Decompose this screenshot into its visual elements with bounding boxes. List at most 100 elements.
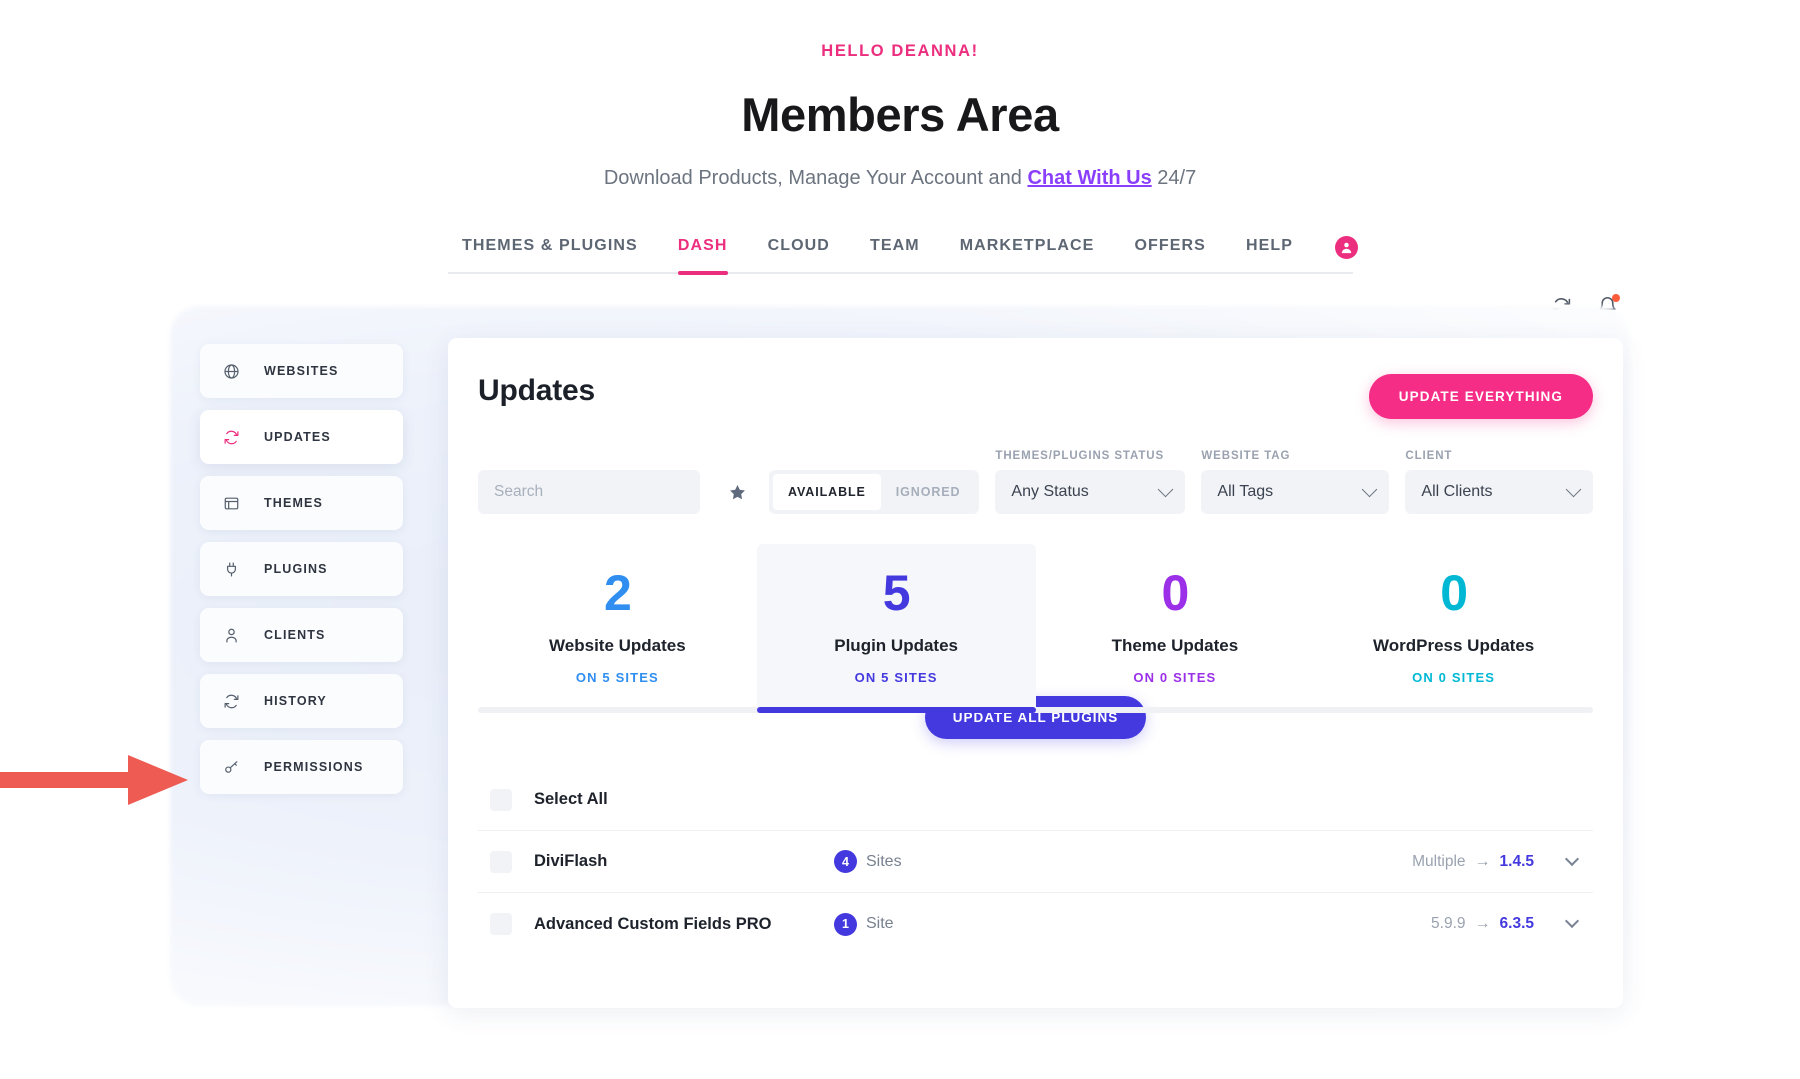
stat-progress-track (478, 707, 1593, 713)
globe-icon (220, 360, 242, 382)
select-all-row: Select All (478, 769, 1593, 831)
client-select-value: All Clients (1421, 483, 1493, 500)
tag-field-group: WEBSITE TAG All Tags (1201, 450, 1390, 514)
sidebar-item-clients[interactable]: CLIENTS (200, 608, 403, 662)
window-icon (220, 492, 242, 514)
arrow-right-icon: → (1474, 915, 1491, 932)
status-select[interactable]: Any Status (995, 470, 1186, 514)
sidebar-label: PLUGINS (264, 562, 328, 576)
dashboard-sidebar: WEBSITES UPDATES THEMES PLUGINS CLIENTS … (200, 344, 403, 794)
site-count-word: Site (866, 915, 894, 932)
client-select[interactable]: All Clients (1405, 470, 1594, 514)
client-field-group: CLIENT All Clients (1405, 450, 1594, 514)
stat-label: Plugin Updates (834, 636, 958, 655)
greeting-text: HELLO DEANNA! (821, 42, 979, 60)
stat-label: Website Updates (549, 636, 686, 655)
panel-header: Updates UPDATE EVERYTHING (478, 374, 1593, 419)
refresh-icon (220, 690, 242, 712)
table-row[interactable]: DiviFlash 4 Sites Multiple → 1.4.5 (478, 831, 1593, 893)
chevron-down-icon (1158, 481, 1174, 497)
stat-count: 0 (1161, 565, 1189, 621)
stat-progress-fill (756, 707, 1036, 713)
row-checkbox[interactable] (490, 850, 512, 873)
status-field-group: THEMES/PLUGINS STATUS Any Status (995, 450, 1186, 514)
stat-card-theme-updates[interactable]: 0 Theme Updates ON 0 SITES (1036, 544, 1315, 707)
dashboard-area: WEBSITES UPDATES THEMES PLUGINS CLIENTS … (0, 296, 1800, 1056)
sidebar-item-plugins[interactable]: PLUGINS (200, 542, 403, 596)
row-checkbox[interactable] (490, 913, 512, 935)
filter-bar: AVAILABLE IGNORED THEMES/PLUGINS STATUS … (478, 450, 1594, 514)
sidebar-item-history[interactable]: HISTORY (200, 674, 403, 728)
version-from: 5.9.9 (1431, 915, 1466, 932)
stat-card-website-updates[interactable]: 2 Website Updates ON 5 SITES (478, 544, 757, 707)
stat-count: 5 (882, 565, 911, 621)
select-all-label: Select All (534, 790, 608, 808)
arrow-right-icon: → (1474, 852, 1491, 870)
stat-label: Theme Updates (1111, 636, 1239, 655)
row-sites-cell: 4 Sites (834, 850, 1134, 873)
tab-themes-plugins[interactable]: THEMES & PLUGINS (442, 237, 658, 272)
sidebar-label: CLIENTS (264, 628, 326, 642)
subtitle-post: 24/7 (1151, 167, 1197, 189)
chevron-down-icon (1566, 481, 1582, 497)
chat-with-us-link[interactable]: Chat With Us (1027, 167, 1151, 189)
masthead: HELLO DEANNA! Members Area Download Prod… (0, 0, 1800, 190)
refresh-icon (220, 426, 242, 448)
chevron-down-icon[interactable] (1564, 913, 1580, 929)
sidebar-item-websites[interactable]: WEBSITES (200, 344, 403, 398)
user-circle-icon[interactable] (1335, 236, 1359, 259)
site-count-badge: 4 (834, 850, 857, 873)
row-sites-cell: 1 Site (834, 912, 1134, 936)
sidebar-item-updates[interactable]: UPDATES (200, 410, 403, 464)
tab-team[interactable]: TEAM (850, 237, 940, 272)
toggle-available[interactable]: AVAILABLE (773, 474, 881, 510)
stat-count: 2 (603, 565, 632, 621)
table-row[interactable]: Advanced Custom Fields PRO 1 Site 5.9.9 … (478, 893, 1593, 955)
stat-sites: ON 5 SITES (575, 670, 659, 685)
version-to: 6.3.5 (1499, 915, 1534, 932)
star-icon[interactable] (728, 481, 747, 503)
right-arrow-annotation (0, 751, 190, 809)
stat-card-plugin-updates[interactable]: 5 Plugin Updates ON 5 SITES (756, 544, 1036, 707)
sidebar-item-themes[interactable]: THEMES (200, 476, 403, 530)
primary-nav: THEMES & PLUGINS DASH CLOUD TEAM MARKETP… (447, 236, 1359, 275)
site-count-badge: 1 (834, 912, 857, 936)
person-icon (220, 624, 242, 646)
site-count-word: Sites (866, 852, 902, 870)
tab-help[interactable]: HELP (1226, 237, 1313, 272)
stat-card-wordpress-updates[interactable]: 0 WordPress Updates ON 0 SITES (1314, 544, 1593, 707)
members-area-page: HELLO DEANNA! Members Area Download Prod… (0, 0, 1800, 1079)
tab-marketplace[interactable]: MARKETPLACE (940, 237, 1115, 272)
row-version-cell: 5.9.9 → 6.3.5 (1431, 913, 1580, 933)
tab-offers[interactable]: OFFERS (1114, 237, 1226, 272)
tag-select[interactable]: All Tags (1201, 470, 1390, 514)
sidebar-label: PERMISSIONS (264, 760, 364, 774)
stat-label: WordPress Updates (1373, 636, 1535, 655)
tab-dash[interactable]: DASH (658, 237, 748, 275)
subtitle-pre: Download Products, Manage Your Account a… (603, 167, 1028, 189)
tab-cloud[interactable]: CLOUD (748, 237, 850, 272)
plug-icon (220, 558, 242, 580)
version-from: Multiple (1412, 852, 1466, 870)
sidebar-label: THEMES (264, 496, 323, 510)
stat-sites: ON 0 SITES (1412, 670, 1496, 685)
chevron-down-icon (1362, 481, 1378, 497)
tag-select-label: WEBSITE TAG (1201, 450, 1291, 462)
chevron-down-icon[interactable] (1564, 851, 1580, 866)
toggle-ignored[interactable]: IGNORED (881, 474, 976, 510)
page-subtitle: Download Products, Manage Your Account a… (0, 167, 1800, 190)
select-all-checkbox[interactable] (490, 788, 512, 811)
page-title: Members Area (741, 88, 1059, 141)
client-select-label: CLIENT (1405, 450, 1453, 462)
stat-count: 0 (1440, 565, 1468, 621)
stat-cards: 2 Website Updates ON 5 SITES 5 Plugin Up… (478, 544, 1593, 707)
stat-sites: ON 0 SITES (1133, 670, 1217, 685)
sidebar-item-permissions[interactable]: PERMISSIONS (200, 740, 403, 794)
search-input[interactable] (478, 470, 700, 514)
row-plugin-name: Advanced Custom Fields PRO (534, 914, 772, 933)
row-plugin-name: DiviFlash (534, 852, 608, 870)
update-everything-button[interactable]: UPDATE EVERYTHING (1368, 374, 1593, 419)
sidebar-label: UPDATES (264, 430, 331, 444)
stat-sites: ON 5 SITES (854, 670, 938, 685)
updates-list: Select All DiviFlash 4 Sites Multiple → … (478, 769, 1593, 955)
